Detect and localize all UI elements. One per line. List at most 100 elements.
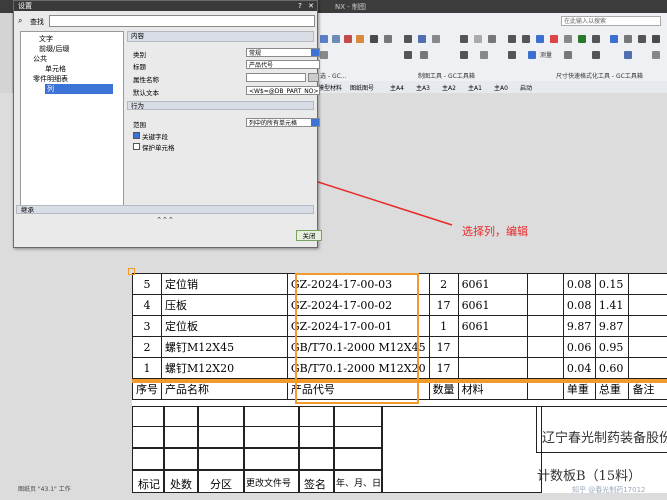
- ribbon-icon[interactable]: [432, 35, 440, 43]
- table-cell[interactable]: 17: [428, 357, 459, 379]
- table-cell[interactable]: 9.87: [594, 315, 630, 337]
- table-cell[interactable]: 0.60: [594, 357, 630, 379]
- ribbon-icon[interactable]: [418, 35, 426, 43]
- ribbon-icon[interactable]: [488, 35, 496, 43]
- ribbon-icon[interactable]: [420, 51, 428, 59]
- help-icon[interactable]: ?: [298, 2, 302, 10]
- attribute-picker-icon[interactable]: [308, 73, 319, 82]
- drawing-number-button[interactable]: 图纸图号: [350, 83, 374, 92]
- ribbon-icon[interactable]: [332, 35, 340, 43]
- table-cell[interactable]: 定位板: [161, 315, 288, 337]
- ribbon-icon[interactable]: [344, 35, 352, 43]
- table-cell[interactable]: 1.41: [594, 294, 630, 316]
- main-a3-button[interactable]: 主A3: [416, 83, 430, 92]
- ribbon-icon[interactable]: [474, 35, 482, 43]
- table-cell[interactable]: [628, 357, 667, 379]
- category-select[interactable]: 常规: [246, 48, 320, 57]
- table-cell[interactable]: 2: [428, 273, 459, 295]
- close-button[interactable]: 关闭: [296, 230, 322, 241]
- attribute-name-field[interactable]: [246, 73, 306, 82]
- table-cell[interactable]: 0.04: [562, 357, 596, 379]
- ribbon-icon[interactable]: [460, 51, 468, 59]
- table-cell[interactable]: 5: [132, 273, 162, 295]
- tree-item-parts-list[interactable]: 零件明细表: [33, 74, 68, 84]
- table-cell[interactable]: [527, 315, 564, 337]
- table-cell[interactable]: 3: [132, 315, 162, 337]
- table-cell[interactable]: [527, 273, 564, 295]
- table-cell[interactable]: 2: [132, 336, 162, 358]
- ribbon-icon[interactable]: [592, 51, 600, 59]
- ribbon-icon[interactable]: [578, 35, 586, 43]
- ribbon-icon[interactable]: [592, 35, 600, 43]
- command-search-input[interactable]: 在此输入以搜索: [561, 16, 661, 26]
- table-cell[interactable]: 17: [428, 336, 459, 358]
- ribbon-icon[interactable]: [460, 35, 468, 43]
- tree-item-column[interactable]: 列: [45, 84, 113, 94]
- ribbon-icon[interactable]: [536, 35, 544, 43]
- table-cell[interactable]: 0.95: [594, 336, 630, 358]
- table-cell[interactable]: 螺钉M12X45: [161, 336, 288, 358]
- table-cell[interactable]: [628, 273, 667, 295]
- table-cell[interactable]: [527, 336, 564, 358]
- table-cell[interactable]: 6061: [457, 273, 529, 295]
- ribbon-icon[interactable]: [404, 35, 412, 43]
- ribbon-icon[interactable]: [522, 35, 530, 43]
- tree-item-cell[interactable]: 单元格: [45, 64, 66, 74]
- ribbon-icon[interactable]: [480, 51, 488, 59]
- dialog-titlebar[interactable]: 设置 ? ✕: [14, 1, 317, 11]
- ribbon-icon[interactable]: [652, 35, 660, 43]
- ribbon-icon[interactable]: [652, 51, 660, 59]
- table-cell[interactable]: 螺钉M12X20: [161, 357, 288, 379]
- table-cell[interactable]: 6061: [457, 315, 529, 337]
- key-field-checkbox[interactable]: [133, 132, 140, 139]
- table-cell[interactable]: 6061: [457, 294, 529, 316]
- table-cell[interactable]: 0.08: [562, 294, 596, 316]
- table-cell[interactable]: 压板: [161, 294, 288, 316]
- ribbon-icon[interactable]: [356, 35, 364, 43]
- chevron-down-icon[interactable]: [311, 119, 319, 126]
- default-text-field[interactable]: <W$=@DB_PART_NO>: [246, 86, 320, 95]
- close-icon[interactable]: ✕: [308, 2, 314, 10]
- main-a2-button[interactable]: 主A2: [442, 83, 456, 92]
- ribbon-icon[interactable]: [624, 51, 632, 59]
- table-cell[interactable]: 0.06: [562, 336, 596, 358]
- main-a4-button[interactable]: 主A4: [390, 83, 404, 92]
- content-section-header[interactable]: 内容: [127, 31, 314, 42]
- launch-button[interactable]: 启动: [520, 83, 532, 92]
- ribbon-icon[interactable]: [564, 35, 572, 43]
- ribbon-icon[interactable]: [528, 51, 536, 59]
- table-cell[interactable]: [457, 336, 529, 358]
- table-cell[interactable]: 9.87: [562, 315, 596, 337]
- table-cell[interactable]: [628, 315, 667, 337]
- table-cell[interactable]: 定位销: [161, 273, 288, 295]
- table-cell[interactable]: 4: [132, 294, 162, 316]
- ribbon-icon[interactable]: [638, 35, 646, 43]
- table-cell[interactable]: 0.08: [562, 273, 596, 295]
- table-cell[interactable]: [628, 294, 667, 316]
- ribbon-icon[interactable]: [610, 35, 618, 43]
- table-cell[interactable]: 0.15: [594, 273, 630, 295]
- ribbon-icon[interactable]: [320, 35, 328, 43]
- table-cell[interactable]: [527, 294, 564, 316]
- ribbon-icon[interactable]: [320, 51, 328, 59]
- model-material-button[interactable]: 模型材料: [318, 83, 342, 92]
- inherit-section-header[interactable]: 继承: [16, 205, 314, 214]
- ribbon-icon[interactable]: [550, 35, 558, 43]
- measure-label[interactable]: 测量: [540, 50, 552, 59]
- ribbon-icon[interactable]: [404, 51, 412, 59]
- find-input[interactable]: [49, 15, 315, 27]
- tree-item-common[interactable]: 公共: [33, 54, 47, 64]
- chevron-down-icon[interactable]: [311, 49, 319, 56]
- table-cell[interactable]: 1: [132, 357, 162, 379]
- title-field[interactable]: 产品代号: [246, 60, 320, 69]
- protect-cells-checkbox[interactable]: [133, 143, 140, 150]
- table-cell[interactable]: [457, 357, 529, 379]
- table-cell[interactable]: 17: [428, 294, 459, 316]
- ribbon-icon[interactable]: [564, 51, 572, 59]
- table-cell[interactable]: [628, 336, 667, 358]
- expand-toggle[interactable]: ⌃⌃⌃: [16, 216, 314, 225]
- behavior-section-header[interactable]: 行为: [127, 101, 314, 110]
- ribbon-icon[interactable]: [370, 35, 378, 43]
- table-cell[interactable]: 1: [428, 315, 459, 337]
- scope-select[interactable]: 列中的所有单元格: [246, 118, 320, 127]
